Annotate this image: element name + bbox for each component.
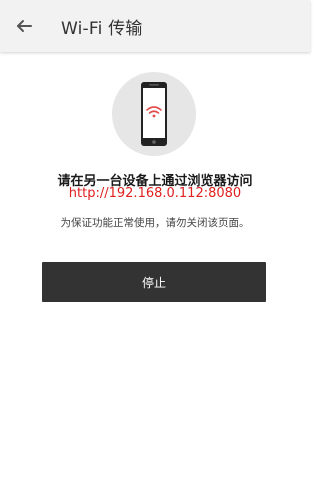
app-bar: Wi-Fi 传输	[0, 0, 310, 52]
phone-wifi-icon	[141, 82, 167, 146]
access-url[interactable]: http://192.168.0.112:8080	[0, 186, 310, 201]
back-button[interactable]	[8, 10, 40, 42]
phone-illustration	[112, 72, 196, 156]
stop-button[interactable]: 停止	[42, 262, 266, 302]
arrow-left-icon	[17, 20, 32, 32]
keep-open-note: 为保证功能正常使用，请勿关闭该页面。	[60, 217, 250, 229]
page-title: Wi-Fi 传输	[61, 19, 143, 39]
